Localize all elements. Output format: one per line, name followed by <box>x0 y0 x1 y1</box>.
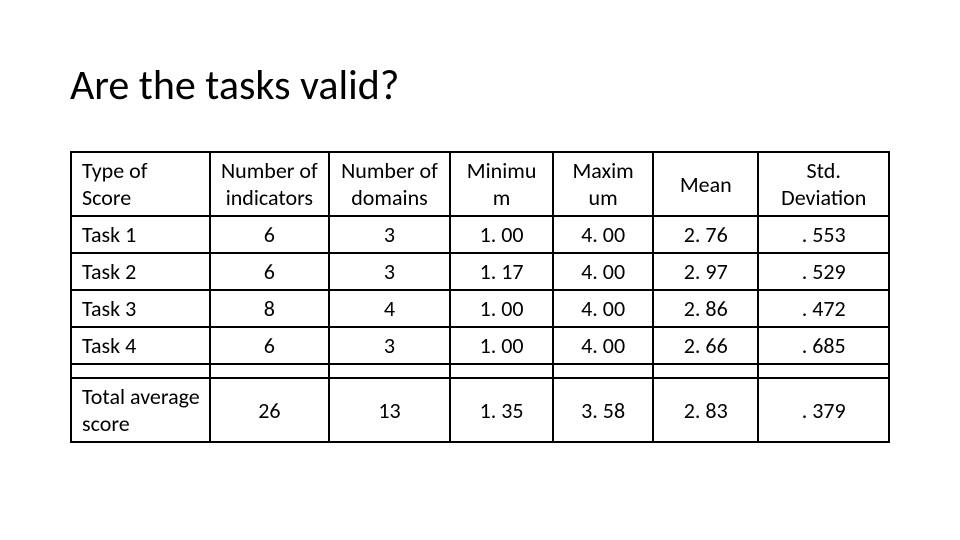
cell: . 379 <box>758 378 889 442</box>
row-label: Task 2 <box>71 253 210 290</box>
cell: 1. 00 <box>450 216 553 253</box>
cell: 4 <box>329 290 450 327</box>
cell: 3 <box>329 216 450 253</box>
row-label: Task 4 <box>71 327 210 364</box>
cell: 3 <box>329 253 450 290</box>
cell: 6 <box>210 327 329 364</box>
table-row: Task 2 6 3 1. 17 4. 00 2. 97 . 529 <box>71 253 889 290</box>
cell: 3. 58 <box>553 378 653 442</box>
cell: 1. 17 <box>450 253 553 290</box>
table-row: Task 1 6 3 1. 00 4. 00 2. 76 . 553 <box>71 216 889 253</box>
col-min: Minimu m <box>450 152 553 216</box>
cell: . 553 <box>758 216 889 253</box>
cell: . 685 <box>758 327 889 364</box>
row-label: Total average score <box>71 378 210 442</box>
cell: 8 <box>210 290 329 327</box>
cell: 13 <box>329 378 450 442</box>
cell: . 472 <box>758 290 889 327</box>
table-total-row: Total average score 26 13 1. 35 3. 58 2.… <box>71 378 889 442</box>
cell: 2. 83 <box>653 378 758 442</box>
cell: 6 <box>210 216 329 253</box>
cell: 1. 35 <box>450 378 553 442</box>
cell: 2. 86 <box>653 290 758 327</box>
col-mean: Mean <box>653 152 758 216</box>
cell: 3 <box>329 327 450 364</box>
cell: 4. 00 <box>553 327 653 364</box>
cell: 2. 76 <box>653 216 758 253</box>
col-std: Std. Deviation <box>758 152 889 216</box>
cell: 2. 66 <box>653 327 758 364</box>
row-label: Task 1 <box>71 216 210 253</box>
cell: 4. 00 <box>553 216 653 253</box>
cell: 1. 00 <box>450 327 553 364</box>
row-label: Task 3 <box>71 290 210 327</box>
stats-table: Type of Score Number of indicators Numbe… <box>70 151 890 443</box>
cell: 4. 00 <box>553 253 653 290</box>
cell: 4. 00 <box>553 290 653 327</box>
cell: 26 <box>210 378 329 442</box>
col-max: Maxim um <box>553 152 653 216</box>
cell: . 529 <box>758 253 889 290</box>
col-type: Type of Score <box>71 152 210 216</box>
table-header-row: Type of Score Number of indicators Numbe… <box>71 152 889 216</box>
table-row: Task 3 8 4 1. 00 4. 00 2. 86 . 472 <box>71 290 889 327</box>
table-spacer-row <box>71 364 889 378</box>
page-title: Are the tasks valid? <box>70 60 890 111</box>
table-row: Task 4 6 3 1. 00 4. 00 2. 66 . 685 <box>71 327 889 364</box>
cell: 6 <box>210 253 329 290</box>
col-domains: Number of domains <box>329 152 450 216</box>
col-indicators: Number of indicators <box>210 152 329 216</box>
cell: 2. 97 <box>653 253 758 290</box>
cell: 1. 00 <box>450 290 553 327</box>
slide: Are the tasks valid? Type of Score Numbe… <box>0 0 960 540</box>
